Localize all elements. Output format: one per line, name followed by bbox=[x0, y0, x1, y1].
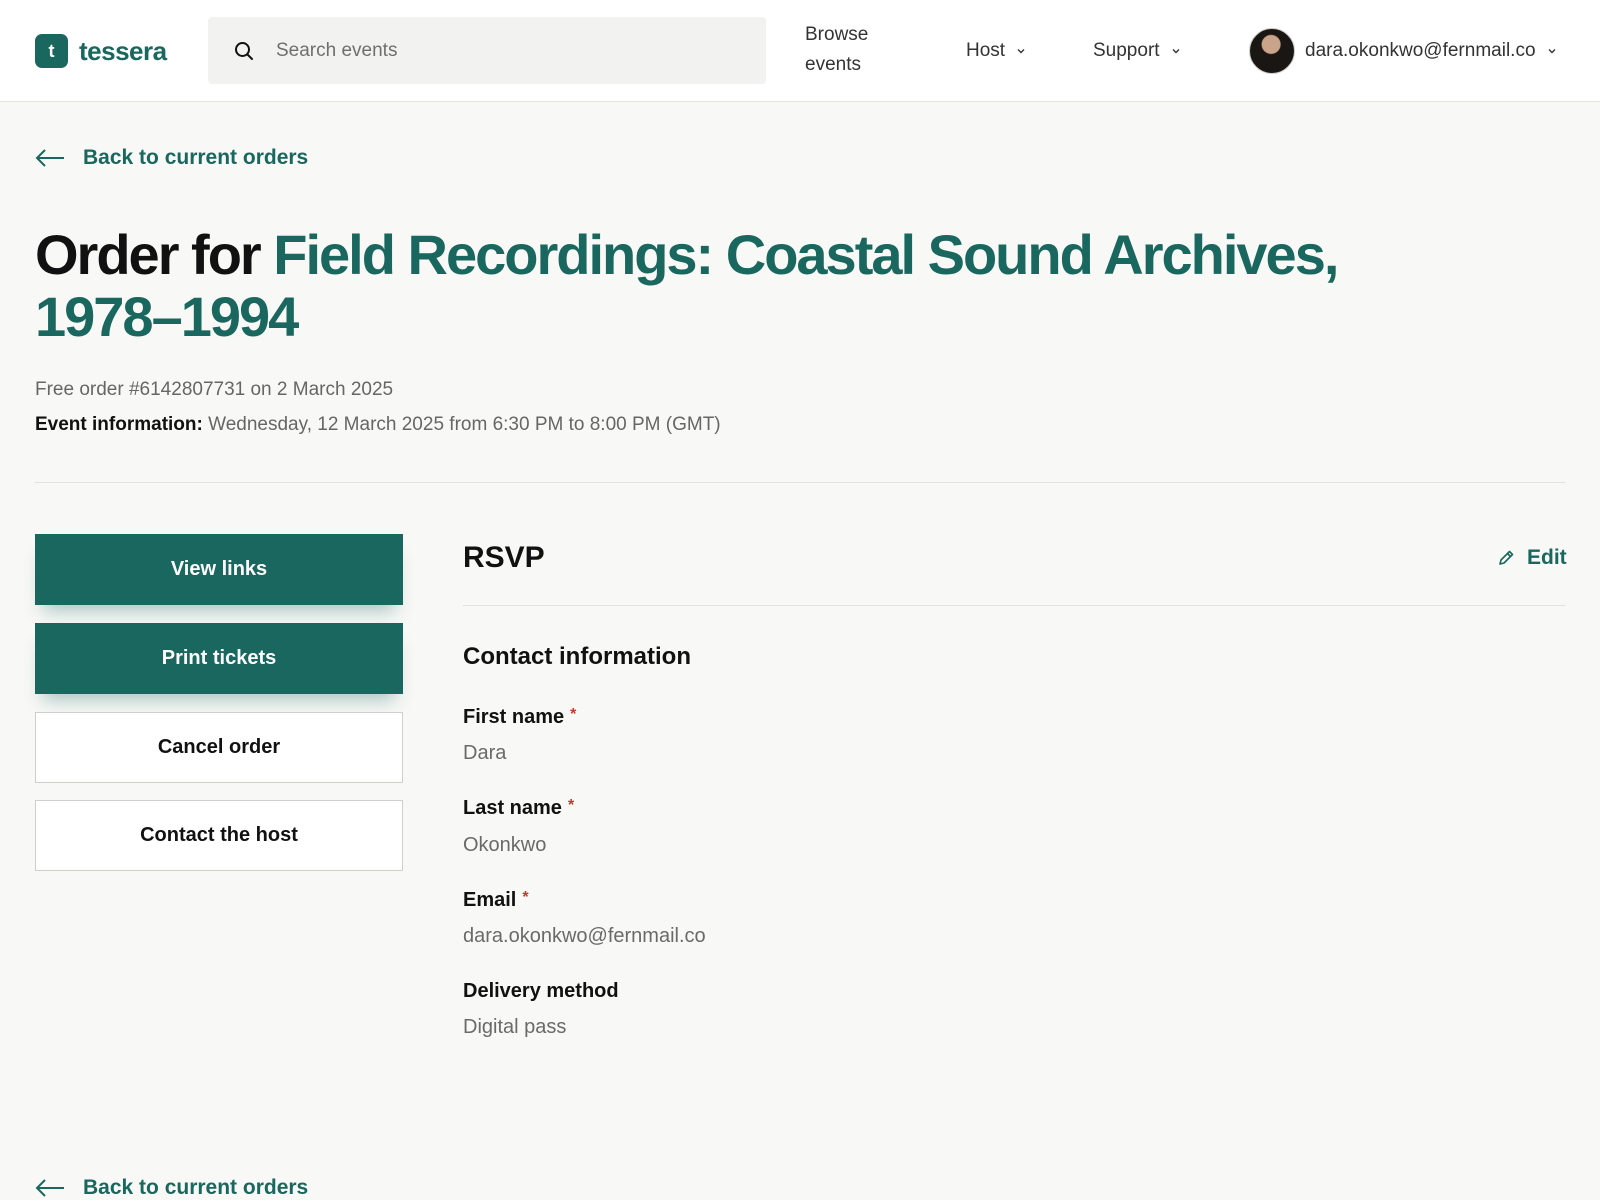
title-prefix: Order for bbox=[35, 223, 262, 286]
view-links-button[interactable]: View links bbox=[35, 534, 403, 605]
chevron-down-icon bbox=[1172, 49, 1180, 54]
account-menu[interactable]: dara.okonkwo@fernmail.co bbox=[1249, 28, 1558, 74]
section-divider bbox=[35, 482, 1565, 483]
event-information-line: Event information: Wednesday, 12 March 2… bbox=[35, 414, 721, 436]
order-number-line: Free order #6142807731 on 2 March 2025 bbox=[35, 379, 394, 400]
field-label-text: Last name bbox=[463, 797, 562, 819]
edit-rsvp-link[interactable]: Edit bbox=[1497, 546, 1567, 570]
field-label-text: First name bbox=[463, 706, 565, 728]
nav-browse-events[interactable]: Browse events bbox=[805, 20, 905, 80]
chevron-down-icon bbox=[1548, 49, 1556, 54]
search-input[interactable] bbox=[276, 17, 746, 84]
last-name-label: Last name * bbox=[463, 797, 574, 820]
print-tickets-button[interactable]: Print tickets bbox=[35, 623, 403, 694]
nav-host-label: Host bbox=[966, 40, 1006, 61]
back-link-label: Back to current orders bbox=[83, 1176, 309, 1199]
edit-label: Edit bbox=[1527, 546, 1567, 569]
contact-host-button[interactable]: Contact the host bbox=[35, 800, 403, 871]
delivery-method-label: Delivery method bbox=[463, 980, 619, 1003]
search-bar bbox=[208, 17, 766, 84]
chevron-down-icon bbox=[1017, 49, 1025, 54]
rsvp-title: RSVP bbox=[463, 541, 545, 574]
search-icon bbox=[235, 42, 253, 60]
back-link-label: Back to current orders bbox=[83, 146, 309, 169]
nav-support-dropdown[interactable]: Support bbox=[1093, 36, 1182, 66]
first-name-label: First name * bbox=[463, 706, 576, 729]
pencil-icon bbox=[1499, 550, 1514, 565]
top-navbar: t tessera Browse events Host Support dar… bbox=[0, 0, 1600, 102]
event-info-value: Wednesday, 12 March 2025 from 6:30 PM to… bbox=[208, 414, 721, 435]
account-email: dara.okonkwo@fernmail.co bbox=[1305, 40, 1536, 61]
field-label-text: Delivery method bbox=[463, 980, 619, 1002]
nav-browse-line1: Browse bbox=[805, 24, 869, 45]
email-value: dara.okonkwo@fernmail.co bbox=[463, 925, 706, 947]
required-marker: * bbox=[522, 889, 529, 906]
back-to-orders-link-bottom[interactable]: Back to current orders bbox=[35, 1176, 308, 1200]
logo-wordmark: tessera bbox=[79, 35, 167, 66]
nav-browse-line2: events bbox=[805, 54, 861, 75]
email-label: Email * bbox=[463, 889, 529, 912]
avatar bbox=[1249, 28, 1295, 74]
page-title: Order for Field Recordings: Coastal Soun… bbox=[35, 224, 1475, 348]
required-marker: * bbox=[570, 706, 577, 723]
tessera-logo[interactable]: t tessera bbox=[35, 34, 167, 68]
event-info-label: Event information: bbox=[35, 414, 203, 435]
delivery-method-value: Digital pass bbox=[463, 1016, 567, 1038]
cancel-order-button[interactable]: Cancel order bbox=[35, 712, 403, 783]
required-marker: * bbox=[567, 797, 575, 814]
nav-support-label: Support bbox=[1093, 40, 1160, 61]
contact-information-heading: Contact information bbox=[463, 643, 691, 670]
logo-mark-icon: t bbox=[35, 34, 68, 68]
nav-host-dropdown[interactable]: Host bbox=[966, 36, 1027, 66]
last-name-value: Okonkwo bbox=[463, 834, 547, 856]
back-to-orders-link-top[interactable]: Back to current orders bbox=[35, 146, 308, 170]
first-name-value: Dara bbox=[463, 742, 507, 764]
arrow-left-icon bbox=[35, 149, 64, 167]
arrow-left-icon bbox=[35, 1179, 64, 1197]
field-label-text: Email bbox=[463, 889, 517, 911]
rsvp-divider bbox=[463, 605, 1565, 606]
